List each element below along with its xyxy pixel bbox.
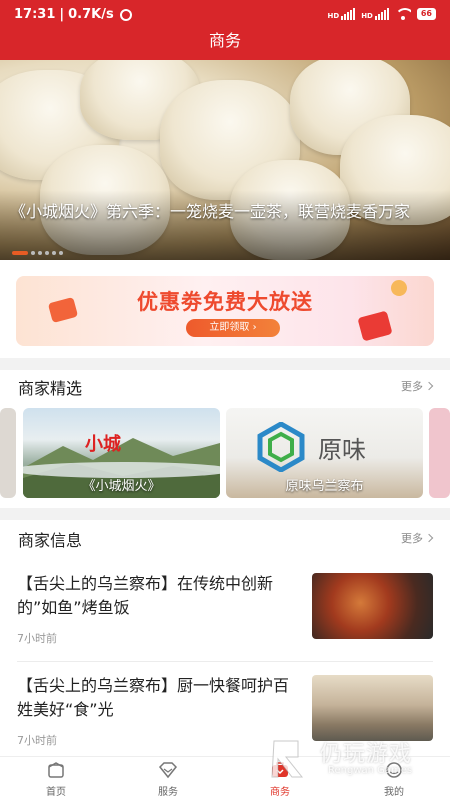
- news-item-title: 【舌尖上的乌兰察布】厨一快餐呵护百姓美好“食”光: [17, 676, 290, 719]
- alarm-icon: [119, 8, 132, 21]
- merchant-card-partial[interactable]: [0, 408, 16, 498]
- banner-carousel[interactable]: 《小城烟火》第六季：一笼烧麦一壶茶，联营烧麦香万家: [0, 60, 450, 260]
- carousel-dot[interactable]: [52, 251, 56, 255]
- tab-label: 首页: [46, 787, 66, 798]
- watermark-text: 仍玩游戏: [320, 742, 413, 767]
- section-gap: [0, 508, 450, 520]
- merchant-card-name: 《小城烟火》: [82, 479, 161, 494]
- merchant-card-name: 原味乌兰察布: [285, 479, 364, 494]
- wifi-icon: [394, 8, 411, 20]
- network-speed: 0.7K/s: [68, 7, 114, 22]
- calligraphy-logo: 小城: [85, 434, 121, 455]
- hexagon-logo-icon: [257, 422, 305, 472]
- claim-coupon-button[interactable]: 立即领取 ›: [186, 319, 280, 337]
- status-left: 17:31 | 0.7K/s: [14, 7, 132, 22]
- section-gap: [0, 358, 450, 370]
- featured-more-link[interactable]: 更多: [401, 378, 434, 394]
- news-item-time: 7小时前: [17, 734, 57, 747]
- coupon-banner[interactable]: 优惠劵免费大放送 立即领取 ›: [16, 276, 434, 346]
- watermark-logo-icon: [271, 740, 304, 778]
- carousel-dot[interactable]: [31, 251, 35, 255]
- signal-icon-2: HD: [361, 8, 389, 20]
- home-icon: [48, 762, 64, 778]
- tab-label: 我的: [384, 787, 404, 798]
- news-item-time: 7小时前: [17, 632, 57, 645]
- status-right: HD HD 66: [328, 8, 436, 20]
- page-title: 商务: [208, 31, 241, 50]
- divider: [17, 661, 433, 662]
- watermark: 仍玩游戏 Rengwan Games: [268, 733, 440, 783]
- status-bar: 17:31 | 0.7K/s HD HD 66: [0, 0, 450, 30]
- news-item-thumbnail: [312, 675, 433, 741]
- merchant-card[interactable]: 小城 《小城烟火》: [23, 408, 220, 498]
- diamond-icon: [158, 762, 178, 779]
- banner-caption: 《小城烟火》第六季：一笼烧麦一壶茶，联营烧麦香万家: [10, 202, 411, 221]
- news-more-link[interactable]: 更多: [401, 530, 434, 546]
- signal-icon: HD: [328, 8, 356, 20]
- news-item[interactable]: 【舌尖上的乌兰察布】在传统中创新的”如鱼”烤鱼饭 7小时前: [0, 570, 450, 660]
- carousel-dot[interactable]: [59, 251, 63, 255]
- tab-label: 服务: [158, 787, 178, 798]
- top-bar: 17:31 | 0.7K/s HD HD 66 商务: [0, 0, 450, 60]
- merchant-card-partial[interactable]: [429, 408, 450, 498]
- coupon-headline: 优惠劵免费大放送: [137, 290, 313, 314]
- claim-coupon-label: 立即领取: [209, 322, 250, 333]
- carousel-dot-active[interactable]: [12, 251, 28, 255]
- carousel-dot[interactable]: [45, 251, 49, 255]
- more-label: 更多: [401, 532, 423, 545]
- carousel-indicator: [12, 251, 63, 255]
- chevron-right-icon: [424, 533, 434, 543]
- merchant-card[interactable]: 原味 原味乌兰察布: [226, 408, 423, 498]
- brand-logo-text: 原味: [318, 436, 366, 464]
- news-item-title: 【舌尖上的乌兰察布】在传统中创新的”如鱼”烤鱼饭: [17, 574, 274, 617]
- clock: 17:31: [14, 7, 56, 22]
- featured-title: 商家精选: [18, 379, 83, 398]
- tab-label: 商务: [270, 787, 290, 798]
- more-label: 更多: [401, 380, 423, 393]
- arrow-circle-icon: ›: [252, 322, 257, 333]
- status-divider: |: [59, 7, 65, 22]
- news-item-thumbnail: [312, 573, 433, 639]
- tab-home[interactable]: 首页: [26, 759, 86, 798]
- carousel-dot[interactable]: [38, 251, 42, 255]
- watermark-subtext: Rengwan Games: [328, 765, 413, 776]
- tab-services[interactable]: 服务: [138, 759, 198, 798]
- chevron-right-icon: [424, 381, 434, 391]
- battery-icon: 66: [416, 8, 436, 20]
- news-title: 商家信息: [18, 531, 83, 550]
